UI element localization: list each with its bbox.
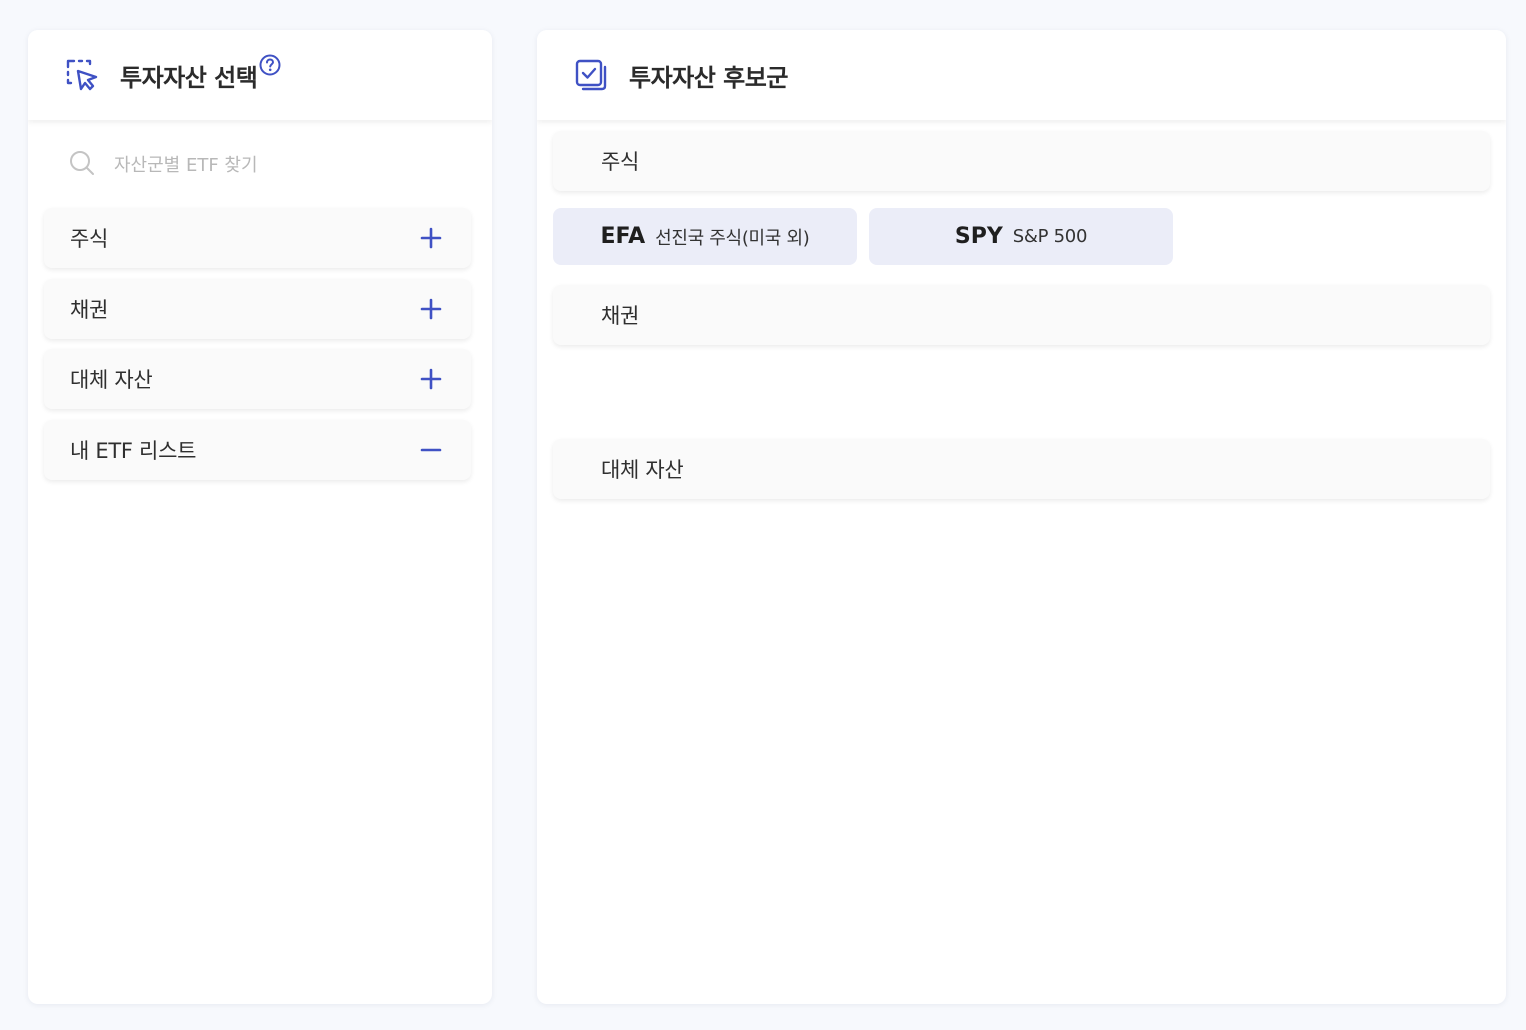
group-items-bonds: [553, 345, 1490, 439]
minus-icon[interactable]: [419, 438, 443, 462]
group-items-stocks: EFA 선진국 주식(미국 외) SPY S&P 500: [553, 191, 1490, 285]
category-label: 채권: [70, 297, 109, 322]
etf-name: S&P 500: [1012, 226, 1088, 247]
etf-name: 선진국 주식(미국 외): [655, 227, 810, 249]
asset-selection-panel: 투자자산 선택 주식 채권: [28, 30, 492, 1004]
group-label: 채권: [601, 304, 640, 328]
group-header-bonds: 채권: [553, 285, 1490, 345]
candidate-assets-title: 투자자산 후보군: [629, 63, 788, 92]
candidate-group-stocks: 주식 EFA 선진국 주식(미국 외) SPY S&P 500: [553, 131, 1490, 285]
search-input[interactable]: [114, 154, 444, 176]
candidate-group-alternatives: 대체 자산: [553, 439, 1490, 499]
plus-icon[interactable]: [419, 297, 443, 321]
group-header-stocks: 주식: [553, 131, 1490, 191]
category-list: 주식 채권 대체 자산 내 ETF 리스트: [44, 208, 471, 490]
group-label: 주식: [601, 150, 640, 174]
question-circle-icon[interactable]: [259, 54, 281, 76]
plus-icon[interactable]: [419, 226, 443, 250]
pointer-selection-icon: [64, 57, 100, 93]
etf-ticker: SPY: [954, 224, 1003, 249]
category-label: 대체 자산: [70, 368, 153, 392]
etf-search[interactable]: [68, 150, 468, 180]
category-item-bonds[interactable]: 채권: [44, 278, 471, 339]
candidate-assets-header: 투자자산 후보군: [537, 30, 1506, 120]
category-label: 주식: [70, 227, 109, 251]
etf-chip-efa[interactable]: EFA 선진국 주식(미국 외): [553, 208, 857, 265]
etf-chip-spy[interactable]: SPY S&P 500: [869, 208, 1173, 265]
plus-icon[interactable]: [419, 367, 443, 391]
candidate-group-list: 주식 EFA 선진국 주식(미국 외) SPY S&P 500 채권 대체 자산: [553, 131, 1490, 499]
etf-ticker: EFA: [600, 224, 646, 249]
asset-selection-title: 투자자산 선택: [120, 63, 258, 92]
category-label: 내 ETF 리스트: [70, 438, 197, 463]
category-item-stocks[interactable]: 주식: [44, 208, 471, 268]
candidate-assets-panel: 투자자산 후보군 주식 EFA 선진국 주식(미국 외) SPY S&P 500…: [537, 30, 1506, 1004]
category-item-alternatives[interactable]: 대체 자산: [44, 349, 471, 409]
category-item-my-etf-list[interactable]: 내 ETF 리스트: [44, 419, 471, 480]
checkbox-stack-icon: [573, 57, 609, 93]
search-icon: [68, 149, 96, 181]
group-header-alternatives: 대체 자산: [553, 439, 1490, 499]
candidate-group-bonds: 채권: [553, 285, 1490, 439]
asset-selection-header: 투자자산 선택: [28, 30, 492, 120]
group-label: 대체 자산: [601, 458, 684, 482]
